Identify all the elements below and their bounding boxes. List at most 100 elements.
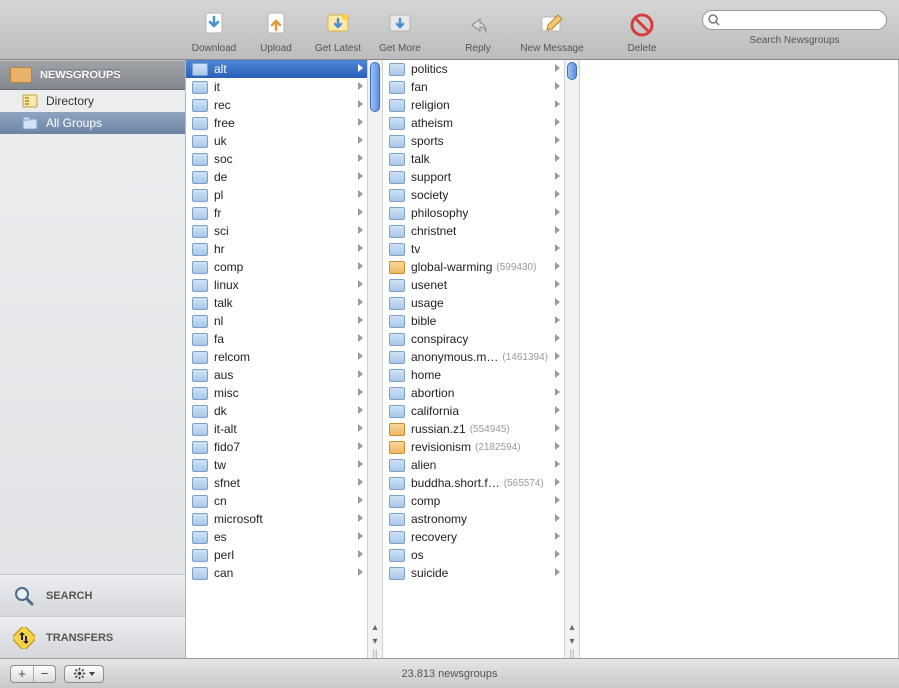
list-item[interactable]: conspiracy [383,330,564,348]
list-item[interactable]: russian.z1(554945) [383,420,564,438]
list-item-count: (554945) [470,424,510,435]
list-item[interactable]: global-warming(599430) [383,258,564,276]
list-item[interactable]: it [186,78,367,96]
folder-icon [389,225,405,238]
list-item[interactable]: bible [383,312,564,330]
list-item[interactable]: usenet [383,276,564,294]
list-item[interactable]: talk [383,150,564,168]
sidebar-header-newsgroups[interactable]: NEWSGROUPS [0,60,185,90]
list-item[interactable]: sports [383,132,564,150]
list-item[interactable]: os [383,546,564,564]
list-item[interactable]: cn [186,492,367,510]
chevron-right-icon [358,424,363,432]
list-item[interactable]: microsoft [186,510,367,528]
list-item[interactable]: tv [383,240,564,258]
list-item[interactable]: suicide [383,564,564,582]
folder-icon [389,567,405,580]
list-item[interactable]: free [186,114,367,132]
get-latest-button[interactable]: Get Latest [314,9,362,54]
list-item[interactable]: home [383,366,564,384]
column-1-body[interactable]: alt it rec free uk soc de pl fr sci hr c… [186,60,367,658]
list-item[interactable]: revisionism(2182594) [383,438,564,456]
list-item[interactable]: perl [186,546,367,564]
list-item[interactable]: can [186,564,367,582]
list-item[interactable]: fr [186,204,367,222]
folder-icon [192,117,208,130]
list-item[interactable]: soc [186,150,367,168]
list-item-label: uk [214,134,227,148]
list-item[interactable]: fan [383,78,564,96]
list-item[interactable]: fido7 [186,438,367,456]
list-item[interactable]: linux [186,276,367,294]
list-item[interactable]: dk [186,402,367,420]
list-item[interactable]: rec [186,96,367,114]
list-item[interactable]: aus [186,366,367,384]
list-item[interactable]: atheism [383,114,564,132]
list-item[interactable]: christnet [383,222,564,240]
reply-button[interactable]: Reply [454,9,502,54]
list-item[interactable]: uk [186,132,367,150]
sidebar-search[interactable]: SEARCH [0,574,185,616]
list-item[interactable]: relcom [186,348,367,366]
folder-icon [192,99,208,112]
chevron-right-icon [555,100,560,108]
folder-icon [192,405,208,418]
delete-button[interactable]: Delete [618,9,666,54]
search-input[interactable] [702,10,887,30]
list-item[interactable]: philosophy [383,204,564,222]
list-item[interactable]: alt [186,60,367,78]
list-item[interactable]: hr [186,240,367,258]
list-item[interactable]: politics [383,60,564,78]
chevron-right-icon [358,262,363,270]
upload-button[interactable]: Upload [252,9,300,54]
chevron-right-icon [358,550,363,558]
transfers-icon [12,626,36,650]
list-item[interactable]: pl [186,186,367,204]
new-message-button[interactable]: New Message [516,9,588,54]
sidebar-transfers[interactable]: TRANSFERS [0,616,185,658]
list-item[interactable]: anonymous.m…(1461394) [383,348,564,366]
list-item[interactable]: de [186,168,367,186]
list-item[interactable]: talk [186,294,367,312]
list-item[interactable]: tw [186,456,367,474]
list-item[interactable]: usage [383,294,564,312]
list-item[interactable]: sci [186,222,367,240]
sidebar-item-all-groups[interactable]: All Groups [0,112,185,134]
scroll-down-icon[interactable]: ▾ [368,634,382,648]
list-item[interactable]: es [186,528,367,546]
sidebar-item-directory[interactable]: Directory [0,90,185,112]
list-item[interactable]: recovery [383,528,564,546]
list-item[interactable]: nl [186,312,367,330]
chevron-right-icon [358,532,363,540]
list-item[interactable]: astronomy [383,510,564,528]
scrollbar[interactable]: ▴ ▾ || [564,60,579,658]
list-item[interactable]: comp [383,492,564,510]
list-item-label: usage [411,296,444,310]
list-item[interactable]: religion [383,96,564,114]
folder-icon [192,81,208,94]
scroll-down-icon[interactable]: ▾ [565,634,579,648]
list-item[interactable]: support [383,168,564,186]
list-item[interactable]: buddha.short.f…(565574) [383,474,564,492]
get-more-icon [384,9,416,41]
list-item-label: abortion [411,386,454,400]
list-item[interactable]: alien [383,456,564,474]
scroll-up-icon[interactable]: ▴ [565,620,579,634]
chevron-right-icon [555,136,560,144]
list-item[interactable]: society [383,186,564,204]
list-item[interactable]: comp [186,258,367,276]
folder-icon [389,153,405,166]
get-more-button[interactable]: Get More [376,9,424,54]
list-item[interactable]: abortion [383,384,564,402]
list-item[interactable]: misc [186,384,367,402]
list-item[interactable]: sfnet [186,474,367,492]
chevron-right-icon [555,352,560,360]
list-item[interactable]: california [383,402,564,420]
scrollbar[interactable]: ▴ ▾ || [367,60,382,658]
list-item[interactable]: it-alt [186,420,367,438]
folder-icon [192,315,208,328]
download-button[interactable]: Download [190,9,238,54]
column-2-body[interactable]: politics fan religion atheism sports tal… [383,60,564,658]
list-item[interactable]: fa [186,330,367,348]
scroll-up-icon[interactable]: ▴ [368,620,382,634]
